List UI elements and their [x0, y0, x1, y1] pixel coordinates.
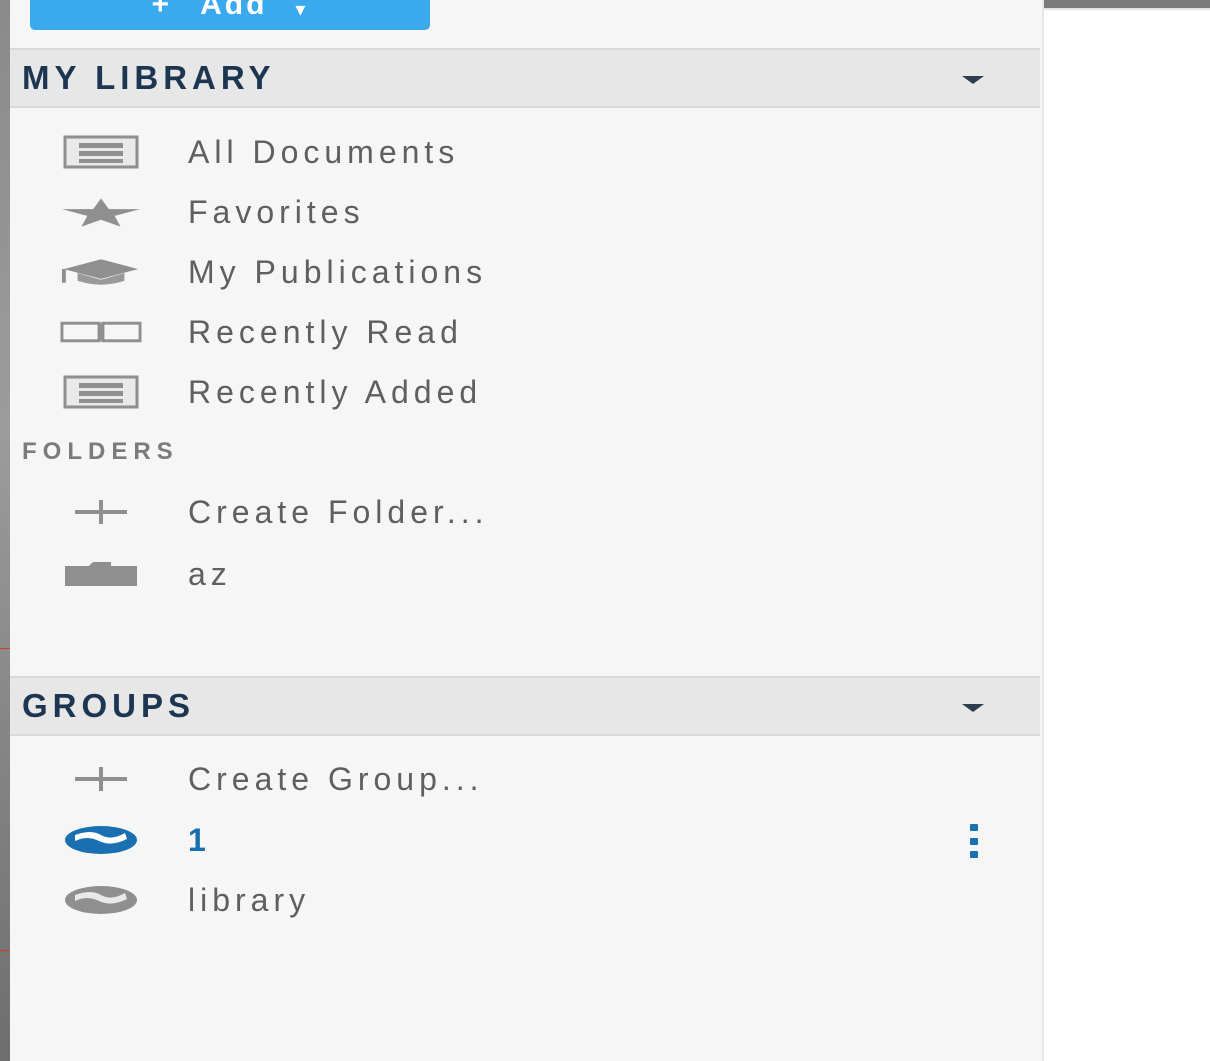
library-sidebar: + Add ▾ MY LIBRARY All Documents Favorit…: [10, 0, 1044, 1061]
group-label: library: [188, 881, 311, 918]
sidebar-item-label: Recently Added: [188, 373, 483, 410]
group-label: 1: [188, 821, 211, 858]
sidebar-item-label: Favorites: [188, 193, 365, 230]
group-item-library[interactable]: library: [10, 872, 1040, 928]
create-group-label: Create Group...: [188, 760, 484, 797]
groups-title: GROUPS: [22, 687, 196, 724]
star-icon: [60, 192, 142, 232]
document-list-icon: [60, 132, 142, 172]
main-content-area: [1044, 8, 1210, 1061]
globe-icon: [60, 880, 142, 920]
globe-icon: [60, 820, 142, 860]
open-book-icon: [60, 312, 142, 352]
create-folder-label: Create Folder...: [188, 493, 489, 530]
my-library-title: MY LIBRARY: [22, 59, 276, 96]
sidebar-item-favorites[interactable]: Favorites: [10, 184, 1040, 240]
plus-icon: [60, 492, 142, 532]
plus-icon: +: [151, 0, 173, 21]
group-item-1[interactable]: 1: [10, 812, 1040, 868]
groups-header[interactable]: GROUPS: [10, 676, 1040, 736]
collapse-caret-icon[interactable]: [962, 704, 984, 712]
folder-label: az: [188, 555, 232, 592]
plus-icon: [60, 759, 142, 799]
background-red-line: [0, 648, 10, 649]
collapse-caret-icon[interactable]: [962, 76, 984, 84]
sidebar-item-my-publications[interactable]: My Publications: [10, 244, 1040, 300]
chevron-down-icon: ▾: [295, 0, 309, 21]
sidebar-item-all-documents[interactable]: All Documents: [10, 124, 1040, 180]
folder-icon: [60, 554, 142, 594]
sidebar-item-label: My Publications: [188, 253, 488, 290]
sidebar-item-label: All Documents: [188, 133, 460, 170]
group-options-kebab-icon[interactable]: [966, 824, 982, 858]
sidebar-item-label: Recently Read: [188, 313, 463, 350]
graduation-cap-icon: [60, 252, 142, 292]
create-group-button[interactable]: Create Group...: [10, 751, 1040, 807]
sidebar-item-recently-added[interactable]: Recently Added: [10, 364, 1040, 420]
sidebar-item-recently-read[interactable]: Recently Read: [10, 304, 1040, 360]
background-window-edge: [0, 0, 10, 1061]
add-button-label: Add: [200, 0, 268, 21]
background-red-line: [0, 950, 10, 951]
document-list-icon: [60, 372, 142, 412]
my-library-header[interactable]: MY LIBRARY: [10, 48, 1040, 108]
folders-title: FOLDERS: [22, 438, 179, 465]
create-folder-button[interactable]: Create Folder...: [10, 484, 1040, 540]
add-button[interactable]: + Add ▾: [30, 0, 430, 30]
folder-item-az[interactable]: az: [10, 546, 1040, 602]
